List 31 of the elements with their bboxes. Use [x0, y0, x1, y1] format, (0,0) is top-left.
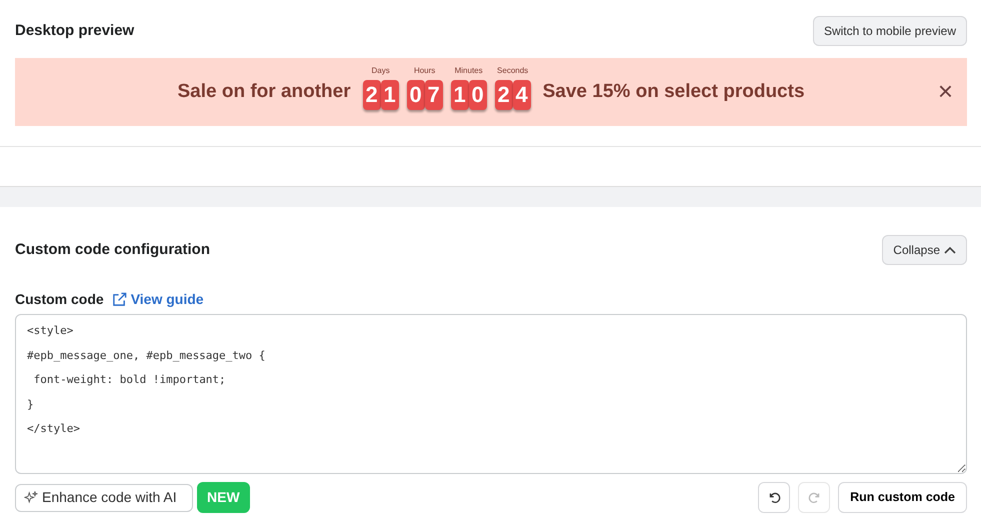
countdown-digit: 1 — [380, 80, 399, 110]
countdown-label: Days — [372, 66, 390, 76]
redo-icon — [808, 491, 821, 504]
countdown-label: Minutes — [454, 66, 483, 76]
promo-message: Save 15% on select products — [542, 80, 805, 104]
countdown-digit: 2 — [494, 80, 513, 110]
sparkle-icon — [24, 490, 38, 504]
undo-icon — [768, 491, 781, 504]
field-label: Custom code — [15, 290, 104, 309]
view-guide-link[interactable]: View guide — [112, 289, 204, 310]
section-title: Desktop preview — [15, 20, 134, 41]
collapse-button[interactable]: Collapse — [882, 235, 967, 265]
countdown-label: Seconds — [497, 66, 528, 76]
countdown-digit: 7 — [424, 80, 443, 110]
enhance-ai-button[interactable]: Enhance code with AI — [15, 484, 193, 512]
close-button[interactable]: × — [938, 78, 953, 104]
undo-button[interactable] — [758, 482, 790, 513]
new-badge: NEW — [197, 482, 250, 513]
run-code-button[interactable]: Run custom code — [838, 482, 967, 513]
countdown-digit: 4 — [512, 80, 531, 110]
countdown-digit: 2 — [362, 80, 381, 110]
code-editor[interactable]: <style> #epb_message_one, #epb_message_two { font-weight: bold !important; } </style> — [15, 314, 967, 474]
promo-lead-text: Sale on for another — [177, 80, 351, 104]
section-title: Custom code configuration — [15, 240, 210, 260]
external-link-icon — [112, 292, 127, 307]
countdown-label: Hours — [414, 66, 436, 76]
switch-preview-button[interactable]: Switch to mobile preview — [812, 16, 967, 46]
countdown-digit: 0 — [468, 80, 487, 110]
countdown-digit: 1 — [450, 80, 469, 110]
countdown-digit: 0 — [406, 80, 425, 110]
chevron-up-icon — [944, 246, 956, 254]
